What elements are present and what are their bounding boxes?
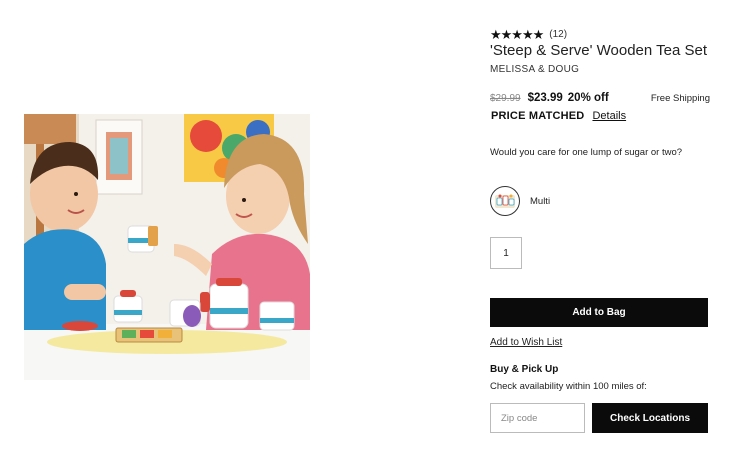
original-price: $29.99 [490,93,521,104]
pickup-subtext: Check availability within 100 miles of: [490,381,647,392]
product-image [24,114,310,380]
check-locations-button[interactable]: Check Locations [592,403,708,433]
price-matched-row: PRICE MATCHED Details [491,110,626,122]
add-to-bag-button[interactable]: Add to Bag [490,298,708,327]
price-row: $29.99 $23.99 20% off Free Shipping [490,92,710,106]
color-swatch-button[interactable] [490,186,520,216]
color-option-label: Multi [530,195,551,207]
pickup-heading: Buy & Pick Up [490,364,559,375]
rating-row[interactable]: ★★★★★ (12) [490,27,567,41]
price-matched-details-link[interactable]: Details [592,110,626,122]
add-to-wish-list-link[interactable]: Add to Wish List [490,337,562,348]
brand-name[interactable]: MELISSA & DOUG [490,64,579,75]
zip-code-input[interactable] [490,403,585,433]
star-rating-icon: ★★★★★ [490,26,544,42]
quantity-input[interactable] [490,237,522,269]
review-count[interactable]: (12) [549,29,567,40]
color-option-row: Multi [490,186,550,216]
product-title: 'Steep & Serve' Wooden Tea Set [490,42,707,59]
tea-set-swatch-icon [495,194,515,208]
price-matched-label: PRICE MATCHED [491,110,585,122]
sale-price: $23.99 [527,92,563,104]
shipping-info: Free Shipping [650,93,710,104]
discount-badge: 20% off [567,92,609,104]
product-photo-illustration [24,114,310,380]
product-tagline: Would you care for one lump of sugar or … [490,147,683,158]
